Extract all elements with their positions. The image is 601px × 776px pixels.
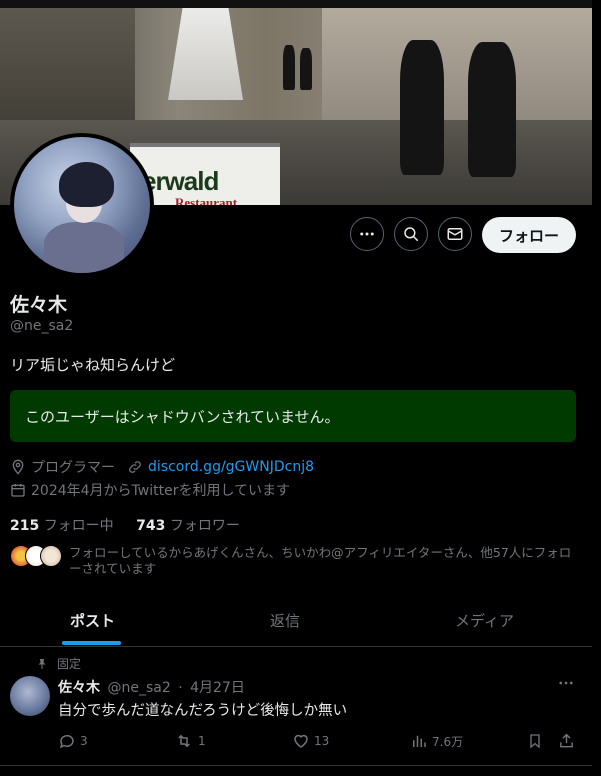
search-button[interactable]	[394, 217, 428, 251]
post-author-name[interactable]: 佐々木	[58, 680, 100, 696]
profile-tabs: ポスト 返信 メディア	[0, 598, 592, 647]
reply-button[interactable]: 3	[58, 732, 88, 750]
profile-location: プログラマー	[31, 460, 115, 476]
profile-link[interactable]: discord.gg/gGWNJDcnj8	[148, 459, 314, 475]
known-follower-avatar	[40, 545, 62, 567]
search-icon	[404, 227, 419, 242]
active-tab-indicator	[62, 641, 121, 645]
tab-posts[interactable]: ポスト	[70, 610, 115, 631]
bookmark-button[interactable]	[527, 732, 547, 750]
known-followers-text[interactable]: フォローしているからあげくんさん、ちいかわ@アフィリエイターさん、他57人にフォ…	[69, 545, 574, 577]
profile-joined: 2024年4月からTwitterを利用しています	[31, 483, 291, 499]
followers-link[interactable]: 743 フォロワー	[136, 518, 240, 534]
like-count: 13	[314, 734, 330, 748]
follow-counts: 215 フォロー中 743 フォロワー	[10, 515, 240, 535]
views-button[interactable]: 7.6万	[410, 732, 463, 750]
post-date[interactable]: 4月27日	[190, 680, 245, 696]
views-icon	[413, 735, 426, 747]
avatar-hair	[59, 162, 114, 207]
post-divider	[0, 765, 592, 766]
avatar-scarf	[44, 222, 124, 273]
banner-pedestrian	[468, 42, 516, 177]
following-label: フォロー中	[43, 518, 114, 534]
banner-sign-text: erwald	[142, 166, 219, 196]
banner-building-right	[322, 0, 592, 130]
shadowban-status-text: このユーザーはシャドウバンされていません。	[25, 407, 340, 426]
like-button[interactable]: 13	[292, 732, 329, 750]
banner-top-edge	[0, 0, 592, 8]
banner-sign-subtext: Restaurant	[175, 195, 238, 205]
banner-pedestrian	[283, 45, 295, 90]
calendar-icon	[11, 484, 25, 497]
known-followers-avatars[interactable]	[10, 545, 62, 567]
more-icon	[559, 681, 573, 685]
banner-umbrella	[168, 5, 243, 100]
profile-meta-row: プログラマー discord.gg/gGWNJDcnj8	[10, 457, 314, 477]
pin-icon	[38, 658, 46, 669]
tab-media[interactable]: メディア	[455, 610, 514, 631]
repost-button[interactable]: 1	[174, 732, 206, 750]
banner-pedestrian	[300, 48, 312, 90]
link-icon	[129, 461, 141, 473]
post-author-avatar[interactable]	[10, 676, 50, 716]
profile-bio: リア垢じゃね知らんけど	[10, 356, 176, 374]
reply-count: 3	[80, 734, 88, 748]
following-link[interactable]: 215 フォロー中	[10, 518, 114, 534]
share-button[interactable]	[558, 732, 579, 750]
bookmark-icon	[530, 734, 540, 749]
follow-button[interactable]: フォロー	[482, 217, 576, 253]
profile-name: 佐々木	[10, 294, 68, 316]
following-count: 215	[10, 518, 40, 534]
tab-replies[interactable]: 返信	[270, 610, 300, 631]
repost-icon	[178, 734, 190, 748]
post-header: 佐々木 @ne_sa2 · 4月27日	[58, 677, 245, 697]
location-icon	[12, 459, 24, 475]
post-text: 自分で歩んだ道なんだろうけど後悔しか無い	[58, 703, 348, 719]
post-author-handle[interactable]: @ne_sa2	[107, 680, 170, 696]
followers-label: フォロワー	[169, 518, 240, 534]
share-icon	[560, 733, 573, 748]
profile-avatar[interactable]	[10, 133, 154, 277]
shadowban-status-box: このユーザーはシャドウバンされていません。	[10, 390, 576, 442]
profile-handle: @ne_sa2	[10, 318, 74, 334]
heart-icon	[294, 734, 308, 748]
mail-icon	[447, 228, 463, 240]
followers-count: 743	[136, 518, 166, 534]
pinned-indicator: 固定	[36, 655, 81, 672]
banner-pedestrian	[400, 40, 444, 175]
reply-icon	[59, 734, 74, 749]
post-separator: ·	[178, 680, 183, 696]
message-button[interactable]	[438, 217, 472, 251]
profile-joined-row: 2024年4月からTwitterを利用しています	[10, 480, 290, 500]
pinned-label: 固定	[57, 657, 82, 671]
post-more-button[interactable]	[557, 674, 575, 696]
repost-count: 1	[198, 734, 206, 748]
more-icon	[360, 232, 374, 236]
views-count: 7.6万	[432, 734, 464, 749]
more-button[interactable]	[350, 217, 384, 251]
